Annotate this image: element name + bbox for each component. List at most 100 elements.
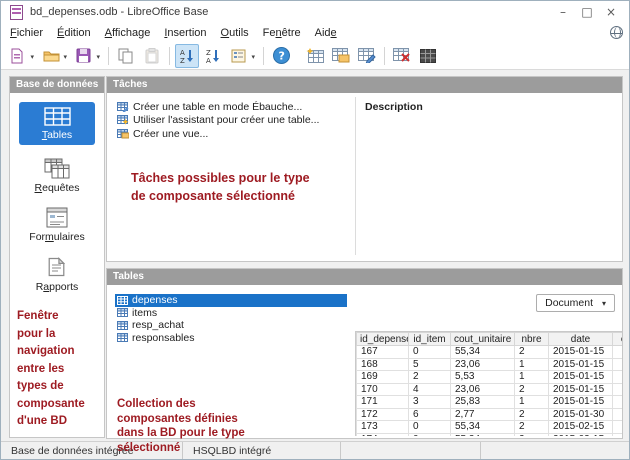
grid-cell[interactable]: 167 xyxy=(357,346,409,359)
grid-column-header[interactable]: comm xyxy=(613,333,623,346)
maximize-button[interactable]: □ xyxy=(575,3,599,21)
grid-cell[interactable]: 23,06 xyxy=(451,358,515,371)
grid-cell[interactable]: 5,53 xyxy=(451,371,515,384)
grid-cell[interactable]: 4 xyxy=(409,383,451,396)
grid-cell[interactable]: 3 xyxy=(409,396,451,409)
grid-cell[interactable]: 173 xyxy=(357,421,409,434)
table-rename-button[interactable] xyxy=(416,44,440,68)
grid-cell[interactable]: 2 xyxy=(515,408,549,421)
grid-cell[interactable]: 2 xyxy=(515,346,549,359)
table-wizard-button[interactable] xyxy=(329,44,353,68)
grid-cell[interactable]: 2015-02-15 xyxy=(549,421,613,434)
grid-cell[interactable]: 174 xyxy=(357,433,409,436)
grid-cell[interactable]: 23,06 xyxy=(451,383,515,396)
sort-descending-button[interactable]: Z A xyxy=(201,44,225,68)
grid-cell[interactable]: 55,34 xyxy=(451,421,515,434)
paste-icon xyxy=(145,48,159,64)
menu-outils[interactable]: Outils xyxy=(214,25,256,41)
grid-cell[interactable]: 2015-01-15 xyxy=(549,358,613,371)
grid-cell[interactable]: 6 xyxy=(409,408,451,421)
grid-row[interactable]: 16925,5312015-01-15 xyxy=(357,371,623,384)
grid-cell[interactable]: 5 xyxy=(409,358,451,371)
document-dropdown[interactable]: Document xyxy=(536,294,615,312)
grid-cell[interactable]: 172 xyxy=(357,408,409,421)
task-create-view[interactable]: Créer une vue... xyxy=(117,127,319,141)
copy-button[interactable] xyxy=(114,44,138,68)
tree-item-responsables[interactable]: responsables xyxy=(115,332,347,345)
grid-cell[interactable]: 25,83 xyxy=(451,396,515,409)
grid-row[interactable]: 173055,3422015-02-15 xyxy=(357,421,623,434)
grid-cell[interactable]: 2,77 xyxy=(451,408,515,421)
grid-cell[interactable] xyxy=(613,408,623,421)
grid-cell[interactable] xyxy=(613,421,623,434)
grid-cell[interactable]: 170 xyxy=(357,383,409,396)
table-design-button[interactable] xyxy=(303,44,327,68)
grid-cell[interactable]: 1 xyxy=(515,371,549,384)
task-create-table-design[interactable]: Créer une table en mode Ébauche... xyxy=(117,100,319,114)
grid-cell[interactable]: 2015-01-15 xyxy=(549,383,613,396)
sidebar-item-requetes[interactable]: Requêtes xyxy=(10,158,104,194)
grid-column-header[interactable]: id_depense xyxy=(357,333,409,346)
menu-edition[interactable]: Édition xyxy=(50,25,98,41)
sort-ascending-button[interactable]: A Z xyxy=(175,44,199,68)
grid-cell[interactable]: 2015-01-15 xyxy=(549,371,613,384)
grid-column-header[interactable]: nbre xyxy=(515,333,549,346)
table-edit-icon xyxy=(358,48,376,63)
grid-cell[interactable]: 0 xyxy=(409,433,451,436)
grid-cell[interactable] xyxy=(613,371,623,384)
grid-row[interactable]: 170423,0622015-01-15 xyxy=(357,383,623,396)
menu-aide[interactable]: Aide xyxy=(308,25,344,41)
menu-insertion[interactable]: Insertion xyxy=(157,25,213,41)
tree-item-resp-achat[interactable]: resp_achat xyxy=(115,319,347,332)
grid-cell[interactable]: 0 xyxy=(409,346,451,359)
grid-cell[interactable] xyxy=(613,433,623,436)
grid-cell[interactable]: 0 xyxy=(409,421,451,434)
grid-cell[interactable] xyxy=(613,358,623,371)
grid-row[interactable]: 171325,8312015-01-15 xyxy=(357,396,623,409)
grid-cell[interactable]: 2015-01-15 xyxy=(549,346,613,359)
grid-row[interactable]: 174055,3422015-03-15 xyxy=(357,433,623,436)
grid-cell[interactable]: 2015-01-30 xyxy=(549,408,613,421)
grid-cell[interactable]: 2 xyxy=(515,421,549,434)
grid-cell[interactable]: 168 xyxy=(357,358,409,371)
grid-cell[interactable] xyxy=(613,346,623,359)
grid-cell[interactable]: 171 xyxy=(357,396,409,409)
grid-cell[interactable]: 55,34 xyxy=(451,433,515,436)
grid-column-header[interactable]: date xyxy=(549,333,613,346)
open-button[interactable] xyxy=(39,44,70,68)
grid-cell[interactable]: 169 xyxy=(357,371,409,384)
save-button[interactable] xyxy=(72,44,103,68)
tree-item-items[interactable]: items xyxy=(115,307,347,320)
grid-row[interactable]: 167055,3422015-01-15 xyxy=(357,346,623,359)
grid-cell[interactable] xyxy=(613,396,623,409)
help-button[interactable]: ? xyxy=(269,44,293,68)
grid-cell[interactable]: 2 xyxy=(409,371,451,384)
minimize-button[interactable]: – xyxy=(551,3,575,21)
close-button[interactable]: × xyxy=(599,3,623,21)
table-delete-button[interactable] xyxy=(390,44,414,68)
grid-cell[interactable]: 1 xyxy=(515,396,549,409)
grid-cell[interactable]: 2015-01-15 xyxy=(549,396,613,409)
grid-row[interactable]: 168523,0612015-01-15 xyxy=(357,358,623,371)
form-options-button[interactable] xyxy=(227,44,258,68)
menu-fichier[interactable]: Fichier xyxy=(3,25,50,41)
grid-column-header[interactable]: cout_unitaire xyxy=(451,333,515,346)
new-document-button[interactable] xyxy=(6,44,37,68)
grid-cell[interactable] xyxy=(613,383,623,396)
grid-cell[interactable]: 2 xyxy=(515,383,549,396)
grid-cell[interactable]: 2 xyxy=(515,433,549,436)
grid-cell[interactable]: 1 xyxy=(515,358,549,371)
grid-column-header[interactable]: id_item xyxy=(409,333,451,346)
grid-row[interactable]: 17262,7722015-01-30 xyxy=(357,408,623,421)
menu-affichage[interactable]: Affichage xyxy=(98,25,158,41)
sidebar-item-formulaires[interactable]: Formulaires xyxy=(10,207,104,243)
grid-cell[interactable]: 2015-03-15 xyxy=(549,433,613,436)
sidebar-item-rapports[interactable]: Rapports xyxy=(10,256,104,293)
tree-item-depenses[interactable]: depenses xyxy=(115,294,347,307)
menu-fenetre[interactable]: Fenêtre xyxy=(256,25,308,41)
task-create-table-wizard[interactable]: Utiliser l'assistant pour créer une tabl… xyxy=(117,114,319,128)
table-edit-button[interactable] xyxy=(355,44,379,68)
grid-cell[interactable]: 55,34 xyxy=(451,346,515,359)
globe-icon[interactable] xyxy=(610,26,623,39)
sidebar-item-tables[interactable]: Tables xyxy=(19,102,95,145)
